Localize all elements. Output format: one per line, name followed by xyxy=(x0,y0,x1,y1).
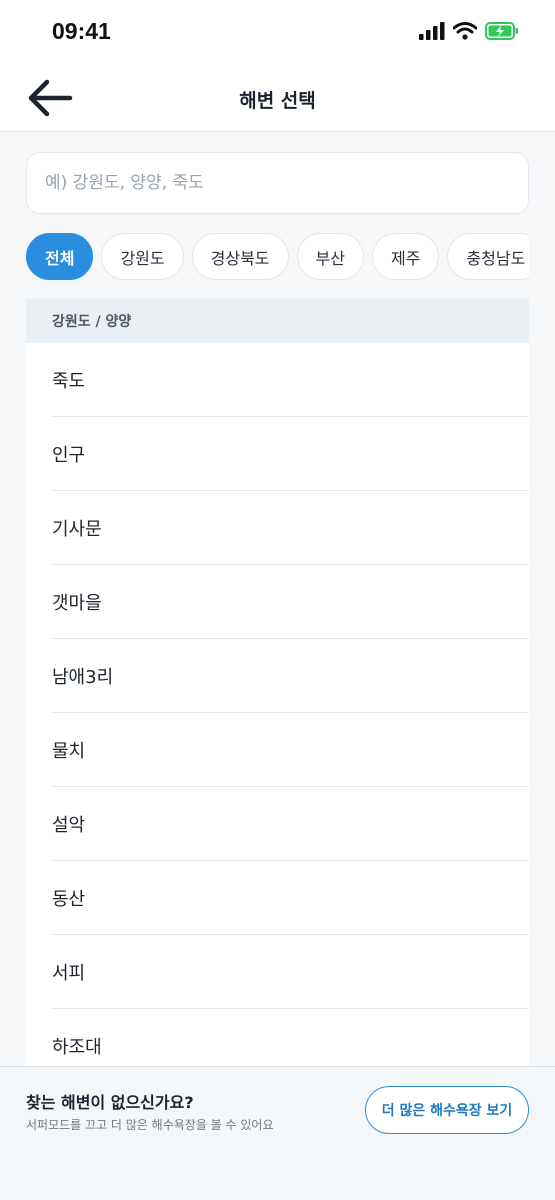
list-item[interactable]: 인구 xyxy=(52,417,529,491)
section-header: 강원도 / 양양 xyxy=(26,299,529,343)
page-title: 해변 선택 xyxy=(239,90,316,112)
chip-chungnam[interactable]: 충청남도 xyxy=(447,233,529,280)
list-item[interactable]: 죽도 xyxy=(52,343,529,417)
list-item[interactable]: 서피 xyxy=(52,935,529,1009)
list-item[interactable]: 기사문 xyxy=(52,491,529,565)
more-beaches-button[interactable]: 더 많은 해수욕장 보기 xyxy=(365,1086,529,1134)
list-item[interactable]: 남애3리 xyxy=(52,639,529,713)
cellular-signal-icon xyxy=(419,22,445,40)
chip-jeju[interactable]: 제주 xyxy=(371,233,440,280)
wifi-icon xyxy=(453,22,477,40)
chip-all[interactable]: 전체 xyxy=(26,233,94,280)
list-item[interactable]: 물치 xyxy=(52,713,529,787)
app-header: 해변 선택 xyxy=(0,64,555,132)
list-item[interactable]: 설악 xyxy=(52,787,529,861)
chip-gyeongbuk[interactable]: 경상북도 xyxy=(191,233,289,280)
status-icons xyxy=(419,22,519,40)
list-item[interactable]: 갯마을 xyxy=(52,565,529,639)
beach-list: 강원도 / 양양 죽도 인구 기사문 갯마을 남애3리 물치 설악 동산 서피 … xyxy=(26,299,529,1066)
bottom-bar: 찾는 해변이 없으신가요? 서퍼모드를 끄고 더 많은 해수욕장을 볼 수 있어… xyxy=(0,1066,555,1200)
list-item[interactable]: 하조대 xyxy=(52,1009,529,1066)
search-box xyxy=(26,152,529,214)
chip-gangwon[interactable]: 강원도 xyxy=(101,233,184,280)
bottom-subtitle: 서퍼모드를 끄고 더 많은 해수욕장을 볼 수 있어요 xyxy=(26,1118,274,1132)
bottom-title: 찾는 해변이 없으신가요? xyxy=(26,1093,194,1112)
list-item[interactable]: 동산 xyxy=(52,861,529,935)
chip-busan[interactable]: 부산 xyxy=(296,233,364,280)
region-filter-chips: 전체 강원도 경상북도 부산 제주 충청남도 xyxy=(26,233,529,281)
status-bar: 09:41 xyxy=(0,0,555,64)
search-input[interactable] xyxy=(27,153,528,213)
battery-charging-icon xyxy=(485,22,518,40)
status-time: 09:41 xyxy=(52,18,111,44)
